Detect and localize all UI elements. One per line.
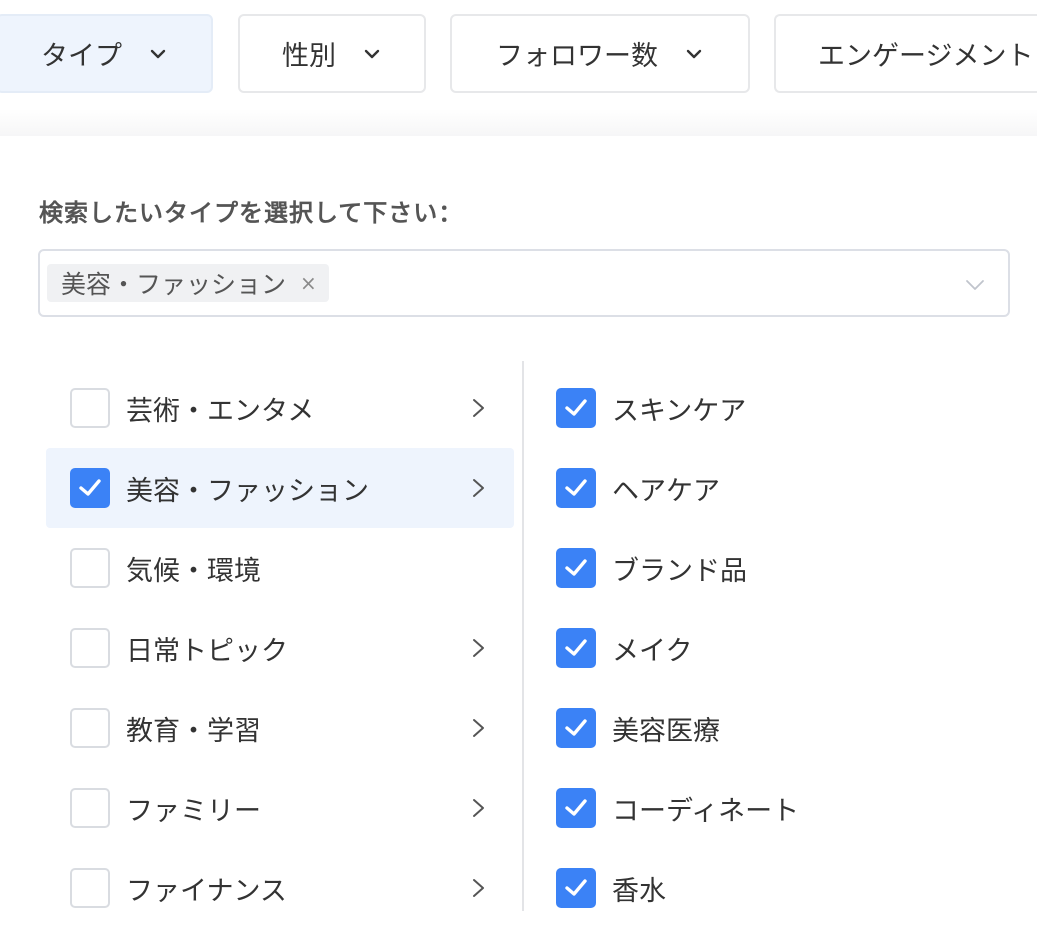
- chevron-down-icon: [686, 49, 702, 58]
- category-item[interactable]: 気候・環境: [46, 528, 514, 608]
- subcategory-label: 美容医療: [612, 715, 720, 747]
- subcategory-checkbox[interactable]: [556, 628, 596, 668]
- category-list: 芸術・エンタメ 美容・ファッション 気候・環境 日常トピック 教育・学習 ファミ…: [46, 368, 514, 928]
- check-icon: [565, 879, 587, 896]
- subcategory-label: 香水: [612, 875, 666, 907]
- filter-followers-label: フォロワー数: [496, 41, 658, 72]
- chevron-right-icon[interactable]: [470, 637, 488, 659]
- subcategory-label: ブランド品: [612, 555, 747, 587]
- category-item[interactable]: 日常トピック: [46, 608, 514, 688]
- subcategory-checkbox[interactable]: [556, 868, 596, 908]
- category-item[interactable]: 芸術・エンタメ: [46, 368, 514, 448]
- subcategory-checkbox[interactable]: [556, 388, 596, 428]
- selected-tag: 美容・ファッション ×: [47, 264, 329, 302]
- filter-bar: タイプ 性別 フォロワー数 エンゲージメント: [0, 0, 1037, 136]
- subcategory-label: メイク: [612, 635, 693, 667]
- column-divider: [522, 361, 524, 911]
- chevron-down-icon: [150, 49, 166, 58]
- category-checkbox[interactable]: [70, 388, 110, 428]
- subcategory-item[interactable]: メイク: [532, 608, 1032, 688]
- subcategory-item[interactable]: 香水: [532, 848, 1032, 928]
- category-label: 美容・ファッション: [126, 475, 369, 507]
- filter-engagement-label: エンゲージメント: [818, 41, 1034, 72]
- check-icon: [565, 799, 587, 816]
- check-icon: [565, 399, 587, 416]
- subcategory-item[interactable]: コーディネート: [532, 768, 1032, 848]
- subcategory-checkbox[interactable]: [556, 788, 596, 828]
- subcategory-checkbox[interactable]: [556, 708, 596, 748]
- subcategory-label: コーディネート: [612, 795, 800, 827]
- subcategory-checkbox[interactable]: [556, 468, 596, 508]
- type-select-prompt: 検索したいタイプを選択して下さい：: [39, 199, 464, 227]
- chevron-right-icon[interactable]: [470, 477, 488, 499]
- category-label: ファミリー: [126, 795, 261, 827]
- subcategory-item[interactable]: 美容医療: [532, 688, 1032, 768]
- category-checkbox[interactable]: [70, 468, 110, 508]
- category-checkbox[interactable]: [70, 868, 110, 908]
- category-checkbox[interactable]: [70, 548, 110, 588]
- filter-followers-button[interactable]: フォロワー数: [450, 14, 750, 93]
- subcategory-item[interactable]: ヘアケア: [532, 448, 1032, 528]
- chevron-down-icon[interactable]: [964, 274, 986, 296]
- selected-tag-label: 美容・ファッション: [61, 270, 287, 299]
- chevron-right-icon[interactable]: [470, 397, 488, 419]
- category-item[interactable]: 教育・学習: [46, 688, 514, 768]
- category-label: 日常トピック: [126, 635, 288, 667]
- check-icon: [565, 639, 587, 656]
- subcategory-label: スキンケア: [612, 395, 747, 427]
- check-icon: [79, 479, 101, 496]
- category-label: 気候・環境: [126, 555, 261, 587]
- filter-gender-label: 性別: [282, 41, 336, 72]
- category-label: ファイナンス: [126, 875, 287, 907]
- filter-type-button[interactable]: タイプ: [0, 14, 213, 93]
- category-item[interactable]: 美容・ファッション: [46, 448, 514, 528]
- category-checkbox[interactable]: [70, 788, 110, 828]
- category-checkbox[interactable]: [70, 708, 110, 748]
- category-label: 教育・学習: [126, 715, 261, 747]
- category-item[interactable]: ファミリー: [46, 768, 514, 848]
- filter-type-label: タイプ: [41, 41, 122, 72]
- category-checkbox[interactable]: [70, 628, 110, 668]
- chevron-down-icon: [364, 49, 380, 58]
- subcategory-item[interactable]: スキンケア: [532, 368, 1032, 448]
- subcategory-label: ヘアケア: [612, 475, 720, 507]
- category-item[interactable]: ファイナンス: [46, 848, 514, 928]
- check-icon: [565, 479, 587, 496]
- chevron-right-icon[interactable]: [470, 797, 488, 819]
- subcategory-item[interactable]: ブランド品: [532, 528, 1032, 608]
- type-multiselect[interactable]: 美容・ファッション ×: [38, 249, 1010, 317]
- check-icon: [565, 719, 587, 736]
- chevron-right-icon[interactable]: [470, 877, 488, 899]
- category-label: 芸術・エンタメ: [126, 395, 315, 427]
- filter-engagement-button[interactable]: エンゲージメント: [774, 14, 1037, 93]
- subcategory-checkbox[interactable]: [556, 548, 596, 588]
- subcategory-list: スキンケア ヘアケア ブランド品 メイク 美容医療 コーディネート 香水: [532, 368, 1032, 928]
- check-icon: [565, 559, 587, 576]
- chevron-right-icon[interactable]: [470, 717, 488, 739]
- tag-remove-icon[interactable]: ×: [300, 271, 317, 295]
- filter-gender-button[interactable]: 性別: [238, 14, 426, 93]
